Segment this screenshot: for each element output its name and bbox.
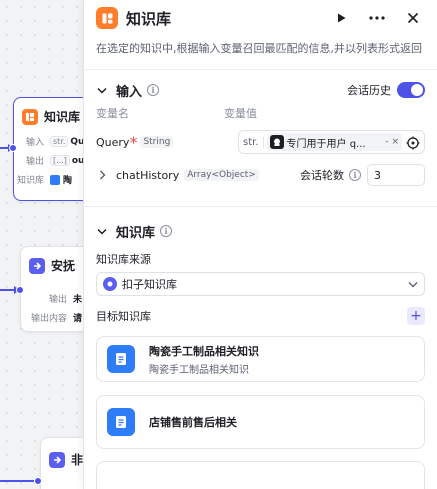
panel-header: 知识库	[84, 0, 437, 36]
edge-line-3	[0, 480, 34, 482]
target-kb-label: 目标知识库	[96, 310, 151, 323]
input-section-label: 输入	[116, 84, 143, 100]
node-title: 安抚	[51, 259, 76, 273]
col-variable-name: 变量名	[96, 107, 129, 120]
query-name: Query	[96, 135, 130, 149]
divider	[84, 206, 437, 207]
chat-history-label: 会话历史	[347, 84, 391, 97]
type-chip: Array<Object>	[184, 169, 259, 181]
kb-subtitle: 陶瓷手工制品相关知识	[149, 364, 249, 376]
target-kb-row: 目标知识库 +	[84, 304, 437, 328]
add-kb-button[interactable]: +	[407, 307, 425, 325]
remove-reference-icon[interactable]: ×	[391, 137, 399, 147]
kb-source-select[interactable]: 扣子知识库	[96, 272, 425, 296]
chevron-right-icon[interactable]	[96, 169, 108, 181]
divider	[84, 69, 437, 70]
knowledge-icon	[22, 108, 38, 125]
info-icon[interactable]: i	[160, 225, 173, 237]
close-button[interactable]	[401, 6, 425, 30]
kb-icon	[50, 174, 60, 185]
coze-icon	[103, 277, 117, 291]
kb-title: 陶瓷手工制品相关知识	[149, 344, 259, 358]
info-icon[interactable]: i	[349, 169, 361, 181]
chat-history-toggle[interactable]	[397, 82, 425, 98]
knowledge-section-header[interactable]: 知识库 i	[84, 217, 437, 245]
panel-title: 知识库	[126, 9, 172, 28]
reference-chip[interactable]: 专门用于用户 q... - ×	[266, 133, 402, 151]
chat-rounds-label: 会话轮数	[300, 169, 344, 182]
required-mark: *	[129, 132, 138, 152]
chat-rounds-control: 会话轮数 i 3	[300, 164, 425, 186]
query-value-reference[interactable]: str. 专门用于用户 q... - ×	[238, 130, 425, 154]
col-variable-value: 变量值	[224, 107, 257, 120]
node-row: 输出内容请	[30, 314, 83, 324]
chat-history-row: chatHistory Array<Object> 会话轮数 i 3	[84, 161, 437, 189]
kb-card[interactable]: 陶瓷手工制品相关知识 陶瓷手工制品相关知识	[96, 336, 425, 382]
target-icon[interactable]	[406, 135, 420, 150]
reference-text: 专门用于用户 q...	[286, 138, 366, 150]
kb-card[interactable]	[96, 461, 425, 489]
reference-suffix: -	[385, 137, 389, 147]
query-variable-row: Query * String str. 专门用于用户 q... - ×	[84, 128, 437, 156]
bot-icon	[269, 135, 284, 149]
variable-column-headers: 变量名 变量值	[84, 104, 437, 122]
output-icon	[49, 451, 65, 468]
knowledge-section-label: 知识库	[116, 225, 156, 241]
node-title: 知识库	[44, 110, 81, 124]
kb-source-label: 知识库来源	[96, 253, 151, 266]
type-chip: String	[140, 136, 174, 148]
more-options-button[interactable]	[365, 6, 389, 30]
chevron-down-icon[interactable]	[96, 225, 108, 237]
node-row: 输出未	[48, 295, 83, 305]
info-icon[interactable]: i	[147, 84, 160, 96]
node-settings-panel: 知识库 在选定的知识中,根据输入变量召回最匹配的信息,并以列表形式返回 输入 i…	[83, 0, 437, 489]
chevron-down-icon	[408, 281, 418, 287]
node-title: 非	[71, 453, 84, 467]
panel-description: 在选定的知识中,根据输入变量召回最匹配的信息,并以列表形式返回	[96, 42, 422, 55]
ref-type: str.	[243, 136, 264, 148]
chat-rounds-input[interactable]: 3	[367, 164, 425, 186]
document-icon	[107, 345, 135, 373]
knowledge-icon	[96, 7, 118, 29]
input-port[interactable]	[16, 286, 24, 294]
kb-title: 店铺售前售后相关	[149, 416, 237, 429]
output-icon	[29, 257, 45, 274]
chevron-down-icon[interactable]	[96, 84, 108, 96]
input-port[interactable]	[34, 477, 42, 485]
chat-history-name: chatHistory	[116, 168, 180, 182]
input-section-header[interactable]: 输入 i 会话历史	[84, 76, 437, 104]
kb-source-value: 扣子知识库	[122, 278, 177, 291]
run-button[interactable]	[329, 6, 353, 30]
document-icon	[107, 408, 135, 436]
kb-card[interactable]: 店铺售前售后相关	[96, 395, 425, 449]
input-port[interactable]	[9, 144, 17, 152]
message-node[interactable]: 安抚 输出未 输出内容请	[20, 246, 90, 332]
